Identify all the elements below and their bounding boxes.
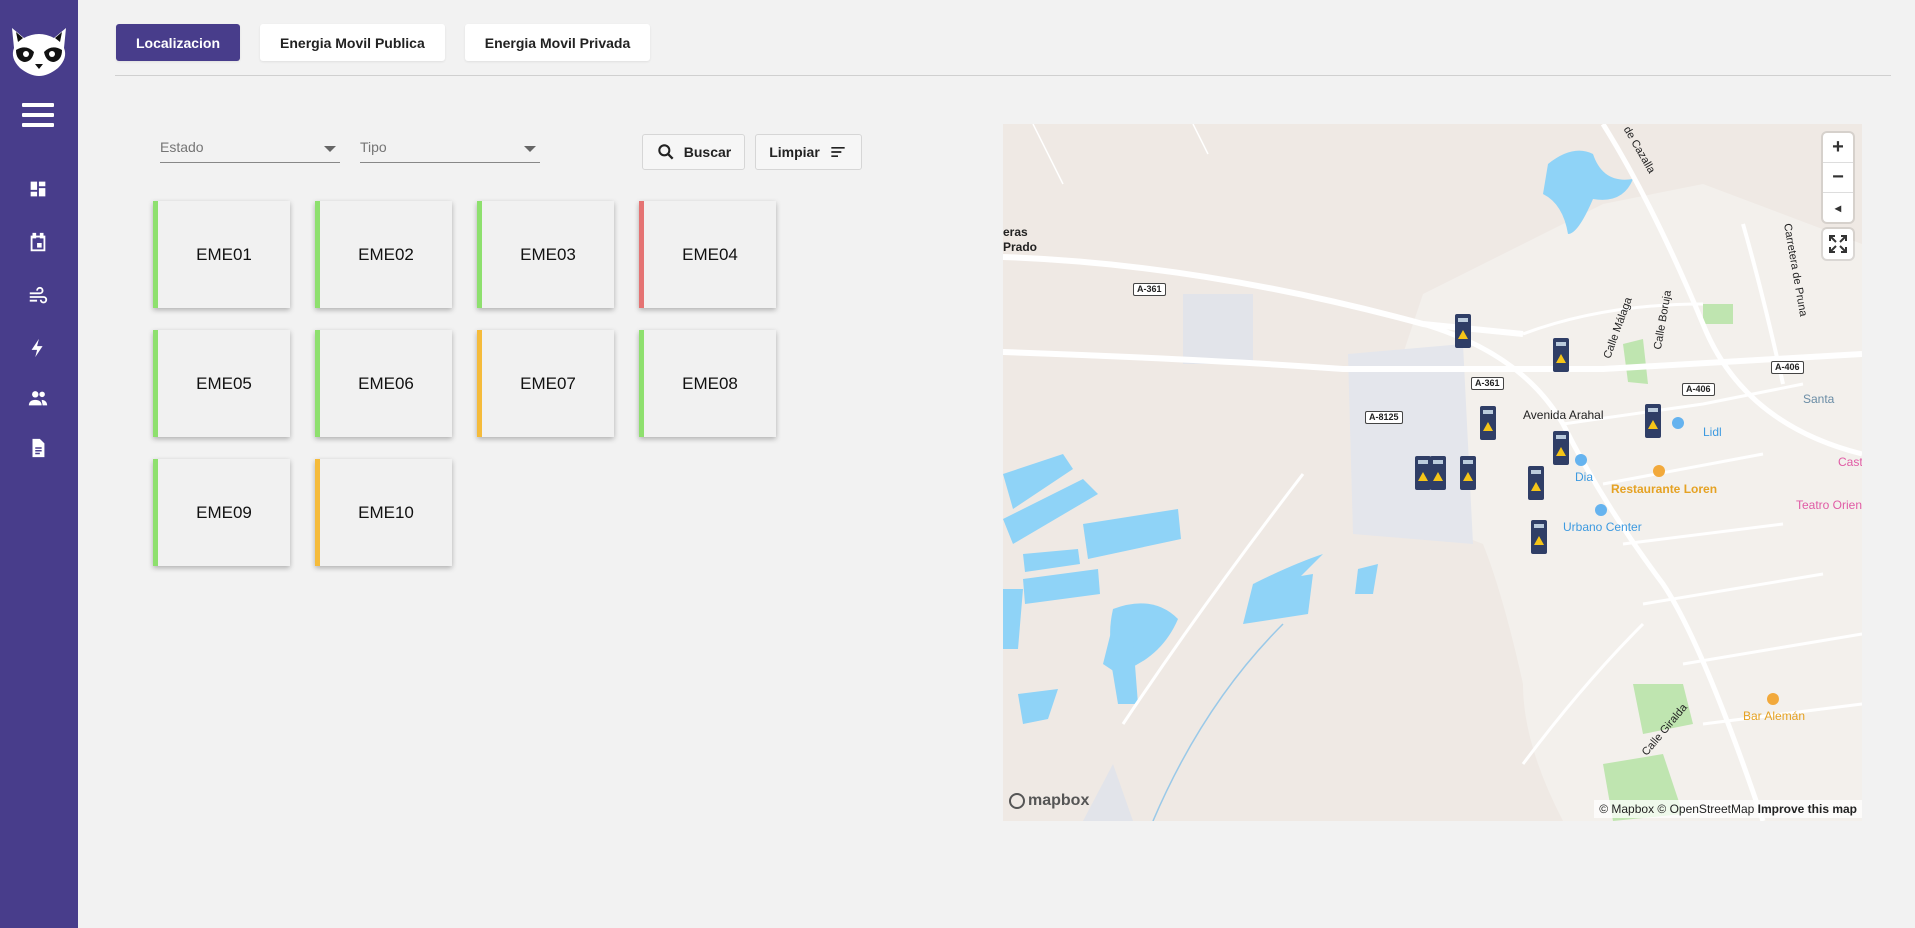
station-card[interactable]: EME09 bbox=[153, 459, 290, 566]
map-view[interactable]: eras Prado A-361 A-361 A-8125 A-406 A-40… bbox=[1003, 124, 1862, 821]
road-shield: A-406 bbox=[1682, 383, 1715, 396]
limpiar-button[interactable]: Limpiar bbox=[755, 134, 862, 170]
tipo-select[interactable]: Tipo bbox=[360, 134, 540, 163]
road-shield: A-361 bbox=[1471, 377, 1504, 390]
tab-energia-movil-publica[interactable]: Energia Movil Publica bbox=[260, 24, 445, 61]
shop-icon bbox=[1575, 454, 1587, 466]
charger-marker-icon[interactable] bbox=[1458, 454, 1478, 492]
charger-marker-icon[interactable] bbox=[1478, 404, 1498, 442]
tab-bar: Localizacion Energia Movil Publica Energ… bbox=[116, 24, 651, 61]
fullscreen-button[interactable] bbox=[1823, 229, 1853, 259]
zoom-controls: + − ◂ bbox=[1823, 133, 1853, 222]
filter-list-icon bbox=[831, 147, 845, 157]
map-label-place: Santa bbox=[1803, 392, 1835, 406]
charger-marker-icon[interactable] bbox=[1643, 402, 1663, 440]
road-shield: A-8125 bbox=[1365, 411, 1403, 424]
tab-divider bbox=[115, 75, 1891, 76]
road-shield: A-406 bbox=[1771, 361, 1804, 374]
map-label-poi: Bar Alemán bbox=[1743, 709, 1806, 723]
charger-marker-icon[interactable] bbox=[1551, 336, 1571, 374]
tab-energia-movil-privada[interactable]: Energia Movil Privada bbox=[464, 24, 651, 61]
map-label-street: Avenida Arahal bbox=[1523, 408, 1604, 422]
station-card[interactable]: EME08 bbox=[639, 330, 776, 437]
buscar-label: Buscar bbox=[683, 144, 732, 160]
station-card[interactable]: EME04 bbox=[639, 201, 776, 308]
mapbox-logo-icon bbox=[1009, 793, 1025, 809]
station-card[interactable]: EME07 bbox=[477, 330, 614, 437]
map-label-poi: Lidl bbox=[1703, 425, 1722, 439]
map-label-poi: Restaurante Loren bbox=[1611, 482, 1718, 496]
buscar-button[interactable]: Buscar bbox=[642, 134, 745, 170]
map-attribution: © Mapbox © OpenStreetMap Improve this ma… bbox=[1594, 800, 1862, 818]
shop-icon bbox=[1595, 504, 1607, 516]
restaurant-icon bbox=[1653, 465, 1665, 477]
estado-select[interactable]: Estado bbox=[160, 134, 340, 163]
charger-marker-icon[interactable] bbox=[1526, 464, 1546, 502]
map-label-place: eras bbox=[1003, 225, 1028, 239]
road-shield: A-361 bbox=[1133, 283, 1166, 296]
chevron-down-icon bbox=[524, 146, 536, 152]
charger-marker-icon[interactable] bbox=[1529, 518, 1549, 556]
estado-label: Estado bbox=[160, 139, 204, 155]
map-label-poi: Urbano Center bbox=[1563, 520, 1642, 534]
mapbox-logo-text: mapbox bbox=[1028, 792, 1090, 809]
shop-icon bbox=[1672, 417, 1684, 429]
station-card[interactable]: EME02 bbox=[315, 201, 452, 308]
chevron-down-icon bbox=[324, 146, 336, 152]
bar-icon bbox=[1767, 693, 1779, 705]
station-card[interactable]: EME10 bbox=[315, 459, 452, 566]
compass-icon: ◂ bbox=[1834, 200, 1842, 215]
zoom-in-button[interactable]: + bbox=[1823, 133, 1853, 163]
charger-marker-icon[interactable] bbox=[1413, 454, 1433, 492]
dashboard-icon[interactable] bbox=[27, 178, 49, 200]
attribution-text: © Mapbox © OpenStreetMap bbox=[1599, 802, 1755, 816]
charger-marker-icon[interactable] bbox=[1551, 429, 1571, 467]
charger-marker-icon[interactable] bbox=[1453, 312, 1473, 350]
improve-map-link[interactable]: Improve this map bbox=[1758, 802, 1857, 816]
station-card[interactable]: EME05 bbox=[153, 330, 290, 437]
tipo-label: Tipo bbox=[360, 139, 387, 155]
search-icon bbox=[658, 144, 674, 160]
zoom-out-button[interactable]: − bbox=[1823, 163, 1853, 193]
map-label-place: Cast bbox=[1838, 455, 1862, 469]
fullscreen-icon bbox=[1829, 235, 1847, 253]
users-icon[interactable] bbox=[27, 387, 49, 409]
mapbox-logo[interactable]: mapbox bbox=[1009, 792, 1089, 810]
station-card[interactable]: EME03 bbox=[477, 201, 614, 308]
limpiar-label: Limpiar bbox=[769, 144, 820, 160]
document-icon[interactable] bbox=[27, 437, 49, 459]
bolt-icon[interactable] bbox=[27, 337, 49, 359]
station-card[interactable]: EME06 bbox=[315, 330, 452, 437]
compass-button[interactable]: ◂ bbox=[1823, 193, 1853, 222]
map-label-poi: Dia bbox=[1575, 470, 1594, 484]
wind-icon[interactable] bbox=[27, 286, 49, 308]
map-label-poi: Teatro Orien bbox=[1796, 498, 1862, 512]
calendar-icon[interactable] bbox=[27, 232, 49, 254]
menu-icon[interactable] bbox=[22, 103, 54, 133]
raccoon-logo bbox=[12, 28, 66, 76]
tab-localizacion[interactable]: Localizacion bbox=[116, 24, 241, 61]
sidebar bbox=[0, 0, 78, 928]
station-card[interactable]: EME01 bbox=[153, 201, 290, 308]
map-label-place: Prado bbox=[1003, 240, 1038, 254]
